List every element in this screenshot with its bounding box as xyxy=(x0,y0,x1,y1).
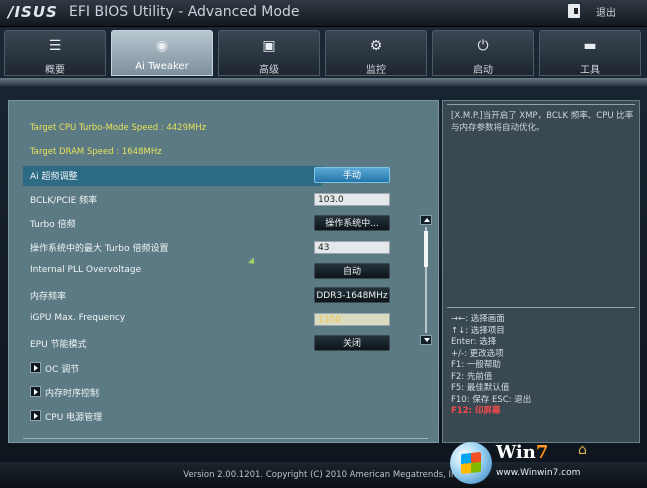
settings-panel: Target CPU Turbo-Mode Speed : 4429MHz Ta… xyxy=(8,100,439,443)
key-hint: F1: 一般帮助 xyxy=(451,360,501,370)
monitor-icon: ⚙ xyxy=(369,38,383,54)
tab-label: 概要 xyxy=(45,65,65,76)
target-cpu-speed: Target CPU Turbo-Mode Speed : 4429MHz xyxy=(30,123,207,133)
submenu-memory-timing[interactable]: 内存时序控制 xyxy=(9,383,438,403)
tab-tools[interactable]: ▬ 工具 xyxy=(539,30,641,76)
key-hint: ↑↓: 选择项目 xyxy=(451,325,505,336)
tweaker-icon: ◉ xyxy=(155,38,169,54)
setting-row-pll: Internal PLL Overvoltage 自动 xyxy=(9,262,438,282)
setting-row-ai-overclock[interactable]: Ai 超频调整 xyxy=(23,166,322,186)
tab-bar: ☰ 概要 ◉ Ai Tweaker ▣ 高级 ⚙ 监控 ⏻ 启动 ▬ 工具 xyxy=(0,30,647,78)
tab-overview[interactable]: ☰ 概要 xyxy=(4,30,106,76)
tab-boot[interactable]: ⏻ 启动 xyxy=(432,30,534,76)
setting-row-turbo-ratio: Turbo 倍频 操作系统中... xyxy=(9,214,438,234)
target-dram-speed: Target DRAM Speed : 1648MHz xyxy=(30,147,162,157)
tab-label: 监控 xyxy=(366,65,386,76)
tab-label: 工具 xyxy=(580,65,600,76)
tab-monitor[interactable]: ⚙ 监控 xyxy=(325,30,427,76)
submenu-cpu-power[interactable]: CPU 电源管理 xyxy=(9,407,438,427)
key-hint: Enter: 选择 xyxy=(451,337,497,347)
submenu-label: CPU 电源管理 xyxy=(45,413,103,423)
chevron-right-icon xyxy=(30,410,41,421)
panel-divider xyxy=(23,438,428,439)
key-hint: F5: 最佳默认值 xyxy=(451,383,510,393)
exit-label: 退出 xyxy=(596,8,616,19)
bclk-input[interactable]: 103.0 xyxy=(314,193,390,206)
title-bar: /ISUS EFI BIOS Utility - Advanced Mode 退… xyxy=(0,0,647,27)
watermark-brand-suffix: 7 xyxy=(535,442,549,463)
key-hint: F10: 保存 ESC: 退出 xyxy=(451,394,532,405)
pll-overvoltage-button[interactable]: 自动 xyxy=(314,263,390,279)
tab-advanced[interactable]: ▣ 高级 xyxy=(218,30,320,76)
setting-row-memory-freq: 内存频率 DDR3-1648MHz xyxy=(9,286,438,306)
setting-row-max-turbo: 操作系统中的最大 Turbo 倍频设置 43 xyxy=(9,238,438,258)
watermark-url: www.Winwin7.com xyxy=(496,468,581,478)
tab-label: 高级 xyxy=(259,65,279,76)
tab-ai-tweaker[interactable]: ◉ Ai Tweaker xyxy=(111,30,213,76)
windows-logo-icon xyxy=(450,442,492,484)
ai-overclock-button[interactable]: 手动 xyxy=(314,167,390,183)
submenu-oc-tuning[interactable]: OC 调节 xyxy=(9,359,438,379)
key-hint: F2: 先前值 xyxy=(451,371,493,382)
exit-icon xyxy=(568,4,580,18)
max-turbo-input[interactable]: 43 xyxy=(314,241,390,254)
asus-logo: /ISUS xyxy=(8,3,58,21)
key-hint: +/-: 更改选项 xyxy=(451,348,504,359)
tools-icon: ▬ xyxy=(583,38,597,54)
setting-label: BCLK/PCIE 频率 xyxy=(30,196,98,206)
setting-label: Turbo 倍频 xyxy=(30,220,76,230)
settings-scrollbar[interactable] xyxy=(420,215,432,345)
key-hint-printscreen: F12: 印屏幕 xyxy=(451,406,501,416)
site-watermark: Win7 ⌂ www.Winwin7.com xyxy=(450,440,640,484)
igpu-frequency-input[interactable]: 1350 xyxy=(314,313,390,326)
setting-label: Ai 超频调整 xyxy=(30,172,78,182)
submenu-label: OC 调节 xyxy=(45,365,80,375)
watermark-brand-prefix: Win xyxy=(496,442,536,463)
setting-label: 操作系统中的最大 Turbo 倍频设置 xyxy=(30,244,169,254)
submenu-label: 内存时序控制 xyxy=(45,389,100,399)
list-icon: ☰ xyxy=(48,38,62,54)
power-icon: ⏻ xyxy=(477,38,489,54)
key-legend: →←: 选择画面 ↑↓: 选择项目 Enter: 选择 +/-: 更改选项 F1… xyxy=(451,314,637,418)
help-divider xyxy=(447,104,635,105)
bios-screen: /ISUS EFI BIOS Utility - Advanced Mode 退… xyxy=(0,0,647,488)
tab-label: 启动 xyxy=(473,65,493,76)
setting-row-epu: EPU 节能模式 关闭 xyxy=(9,334,438,354)
setting-label: 内存频率 xyxy=(30,292,67,302)
turbo-ratio-button[interactable]: 操作系统中... xyxy=(314,215,390,231)
setting-row-igpu: iGPU Max. Frequency 1350 xyxy=(9,310,438,330)
scroll-up-icon[interactable] xyxy=(420,215,432,225)
exit-button[interactable]: 退出 xyxy=(566,3,638,21)
setting-label: EPU 节能模式 xyxy=(30,340,87,350)
help-description: [X.M.P.]当开启了 XMP，BCLK 频率、CPU 比率与内存参数将自动优… xyxy=(451,111,634,133)
house-icon: ⌂ xyxy=(578,442,587,458)
help-divider xyxy=(447,307,635,308)
memory-frequency-button[interactable]: DDR3-1648MHz xyxy=(314,287,390,303)
setting-row-bclk: BCLK/PCIE 频率 103.0 xyxy=(9,190,438,210)
scroll-thumb[interactable] xyxy=(424,231,428,267)
scroll-down-icon[interactable] xyxy=(420,335,432,345)
epu-mode-button[interactable]: 关闭 xyxy=(314,335,390,351)
setting-label: Internal PLL Overvoltage xyxy=(30,265,142,275)
key-hint: →←: 选择画面 xyxy=(451,314,505,324)
chevron-right-icon xyxy=(30,386,41,397)
advanced-icon: ▣ xyxy=(262,38,276,54)
help-panel: [X.M.P.]当开启了 XMP，BCLK 频率、CPU 比率与内存参数将自动优… xyxy=(442,100,640,443)
watermark-brand: Win7 xyxy=(496,442,548,463)
chevron-right-icon xyxy=(30,362,41,373)
setting-label: iGPU Max. Frequency xyxy=(30,313,126,323)
app-title: EFI BIOS Utility - Advanced Mode xyxy=(69,4,300,20)
tab-underline xyxy=(0,78,647,86)
tab-label: Ai Tweaker xyxy=(135,61,189,72)
